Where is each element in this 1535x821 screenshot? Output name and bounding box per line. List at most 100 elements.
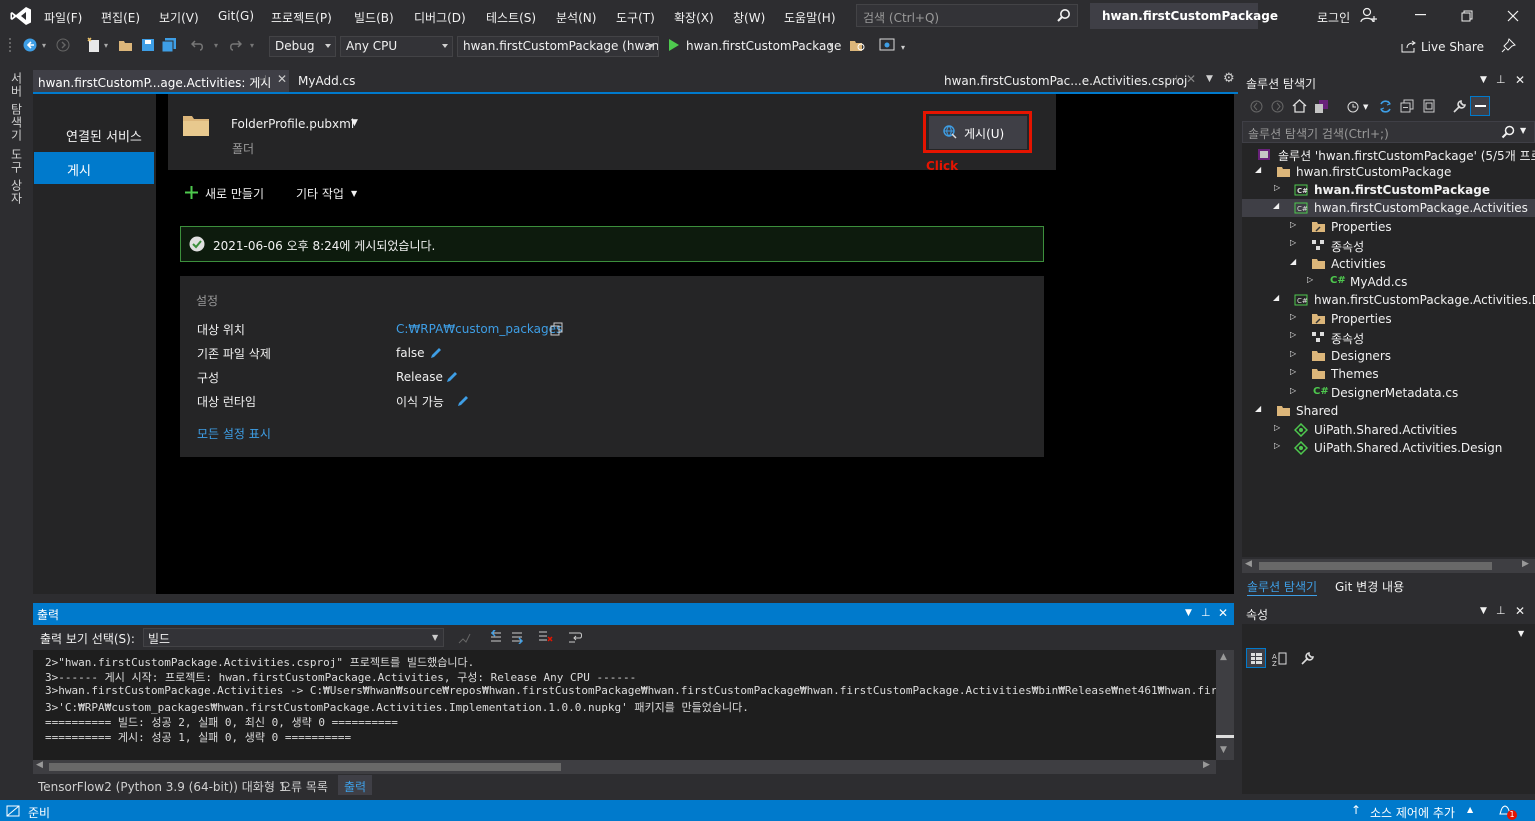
restore-icon[interactable] [1461,10,1473,22]
tree-item-project-main[interactable]: ▷ C# hwan.firstCustomPackage [1242,181,1535,199]
output-source-dropdown[interactable]: 빌드 ▼ [143,628,444,647]
redo-icon[interactable] [228,38,242,52]
new-profile-button[interactable]: 새로 만들기 [205,185,264,202]
props-close-icon[interactable]: ✕ [1515,604,1525,618]
output-horizontal-scrollbar[interactable]: ◀ ▶ [33,760,1216,774]
nav-connected-services[interactable]: 연결된 서비스 [66,126,142,145]
tree-item-dependencies[interactable]: ▷ 종속성 [1242,236,1535,254]
tab-tensorflow-interactive[interactable]: TensorFlow2 (Python 3.9 (64-bit)) 대화형 1 [38,778,286,795]
tab-list-dropdown-icon[interactable]: ▼ [1206,74,1213,84]
props-categorized-button[interactable] [1246,648,1266,668]
tree-item-myadd-cs[interactable]: ▷ C# MyAdd.cs [1242,273,1535,291]
se-sync-icon[interactable] [1378,99,1393,114]
menu-view[interactable]: 보기(V) [159,9,199,26]
props-object-dropdown-icon[interactable]: ▼ [1518,629,1524,638]
output-scroll-up-icon[interactable]: ▲ [1220,652,1227,662]
profile-dropdown-icon[interactable]: ▼ [351,118,358,128]
expanded-arrow-icon[interactable]: ◢ [1273,293,1279,302]
output-text-area[interactable]: 2>"hwan.firstCustomPackage.Activities.cs… [33,650,1216,760]
new-dropdown-icon[interactable]: ▾ [104,41,108,50]
collapsed-arrow-icon[interactable]: ▷ [1290,238,1296,247]
undo-dropdown-icon[interactable]: ▾ [214,41,218,50]
collapsed-arrow-icon[interactable]: ▷ [1290,367,1296,376]
copy-icon[interactable] [550,322,564,336]
collapsed-arrow-icon[interactable]: ▷ [1290,220,1296,229]
tab-error-list[interactable]: 오류 목록 [280,778,328,795]
menu-build[interactable]: 빌드(B) [354,9,394,26]
se-pin-icon[interactable]: ⊥ [1496,73,1506,86]
collapsed-arrow-icon[interactable]: ▷ [1290,349,1296,358]
se-search-options-icon[interactable]: ▼ [1520,126,1526,135]
toolbox-tab[interactable]: 도구 상자 [8,148,25,205]
se-scroll-right-icon[interactable]: ▶ [1522,559,1529,569]
output-scroll-right-icon[interactable]: ▶ [1203,760,1210,770]
login-link[interactable]: 로그인 [1317,9,1350,26]
collapsed-arrow-icon[interactable]: ▷ [1274,423,1280,432]
add-to-source-control-button[interactable]: 소스 제어에 추가 [1370,804,1455,821]
se-pending-changes-icon[interactable] [1346,99,1361,114]
menu-analyze[interactable]: 분석(N) [556,9,596,26]
tab-settings-gear-icon[interactable]: ⚙ [1223,71,1235,86]
more-actions-dropdown-icon[interactable]: ▼ [351,189,357,198]
close-window-icon[interactable] [1507,10,1519,22]
menu-edit[interactable]: 편집(E) [101,9,140,26]
tree-item-solution[interactable]: 솔루션 'hwan.firstCustomPackage' (5/5개 프로젝트… [1242,145,1535,163]
tree-item-properties[interactable]: ▷ Properties [1242,218,1535,236]
plus-icon[interactable] [184,185,199,200]
nav-publish[interactable]: 게시 [34,152,154,184]
find-message-icon[interactable] [457,631,471,645]
setting-value-target-location[interactable]: C:₩RPA₩custom_packages [396,322,562,336]
pin-csproj-icon[interactable]: ⊣ [1168,73,1178,86]
collapsed-arrow-icon[interactable]: ▷ [1290,330,1296,339]
run-dropdown-icon[interactable]: ▾ [829,41,833,50]
save-all-icon[interactable] [161,37,177,53]
tree-item-shared-activities-design[interactable]: ▷ UiPath.Shared.Activities.Design [1242,439,1535,457]
collapsed-arrow-icon[interactable]: ▷ [1290,312,1296,321]
props-window-menu-icon[interactable]: ▼ [1480,606,1487,616]
output-scroll-down-icon[interactable]: ▼ [1220,745,1227,755]
solution-platform-dropdown[interactable]: Any CPU [340,36,453,57]
edit-runtime-pencil-icon[interactable] [457,394,470,407]
output-window-menu-icon[interactable]: ▼ [1185,608,1192,618]
se-collapse-all-icon[interactable] [1400,99,1414,113]
edit-configuration-pencil-icon[interactable] [446,370,459,383]
menu-help[interactable]: 도움말(H) [784,9,836,26]
tree-item-shared-activities[interactable]: ▷ UiPath.Shared.Activities [1242,421,1535,439]
profile-name[interactable]: FolderProfile.pubxml [231,117,354,131]
live-share-icon[interactable] [1401,40,1416,53]
se-switch-views-icon[interactable] [1314,99,1329,114]
new-project-icon[interactable] [86,37,102,53]
se-show-all-files-icon[interactable] [1422,99,1436,113]
close-tab-icon[interactable]: ✕ [277,72,287,86]
go-prev-message-icon[interactable] [489,630,503,644]
more-actions-button[interactable]: 기타 작업 [296,185,344,202]
output-vertical-scrollbar[interactable]: ▲ ▼ [1216,650,1234,760]
expanded-arrow-icon[interactable]: ◢ [1273,201,1279,210]
se-scroll-left-icon[interactable]: ◀ [1245,559,1252,569]
se-window-menu-icon[interactable]: ▼ [1480,75,1487,85]
solution-explorer-search[interactable]: 솔루션 탐색기 검색(Ctrl+;) ▼ [1242,121,1535,143]
solution-config-dropdown[interactable]: Debug [269,36,336,57]
props-pin-icon[interactable]: ⊥ [1496,604,1506,617]
minimize-icon[interactable] [1415,14,1426,17]
output-hscroll-thumb[interactable] [49,763,561,771]
show-all-settings-link[interactable]: 모든 설정 표시 [197,425,271,442]
open-file-icon[interactable] [118,38,134,52]
expanded-arrow-icon[interactable]: ◢ [1255,404,1261,413]
menu-project[interactable]: 프로젝트(P) [271,9,332,26]
menu-tools[interactable]: 도구(T) [616,9,655,26]
collapsed-arrow-icon[interactable]: ▷ [1274,441,1280,450]
se-preview-toggle[interactable] [1470,96,1490,116]
undo-icon[interactable] [191,38,205,52]
clear-all-icon[interactable] [538,630,553,644]
search-input[interactable]: 검색 (Ctrl+Q) [856,4,1078,27]
start-debug-icon[interactable] [668,39,679,51]
forward-icon[interactable] [56,38,70,52]
alphabetical-icon[interactable]: AZ [1272,651,1287,666]
save-icon[interactable] [141,38,155,52]
back-dropdown-icon[interactable]: ▾ [42,41,46,50]
collapsed-arrow-icon[interactable]: ▷ [1307,275,1313,284]
startup-project-dropdown[interactable]: hwan.firstCustomPackage (hwan.f [457,36,659,57]
menu-file[interactable]: 파일(F) [44,9,82,26]
menu-test[interactable]: 테스트(S) [486,9,536,26]
